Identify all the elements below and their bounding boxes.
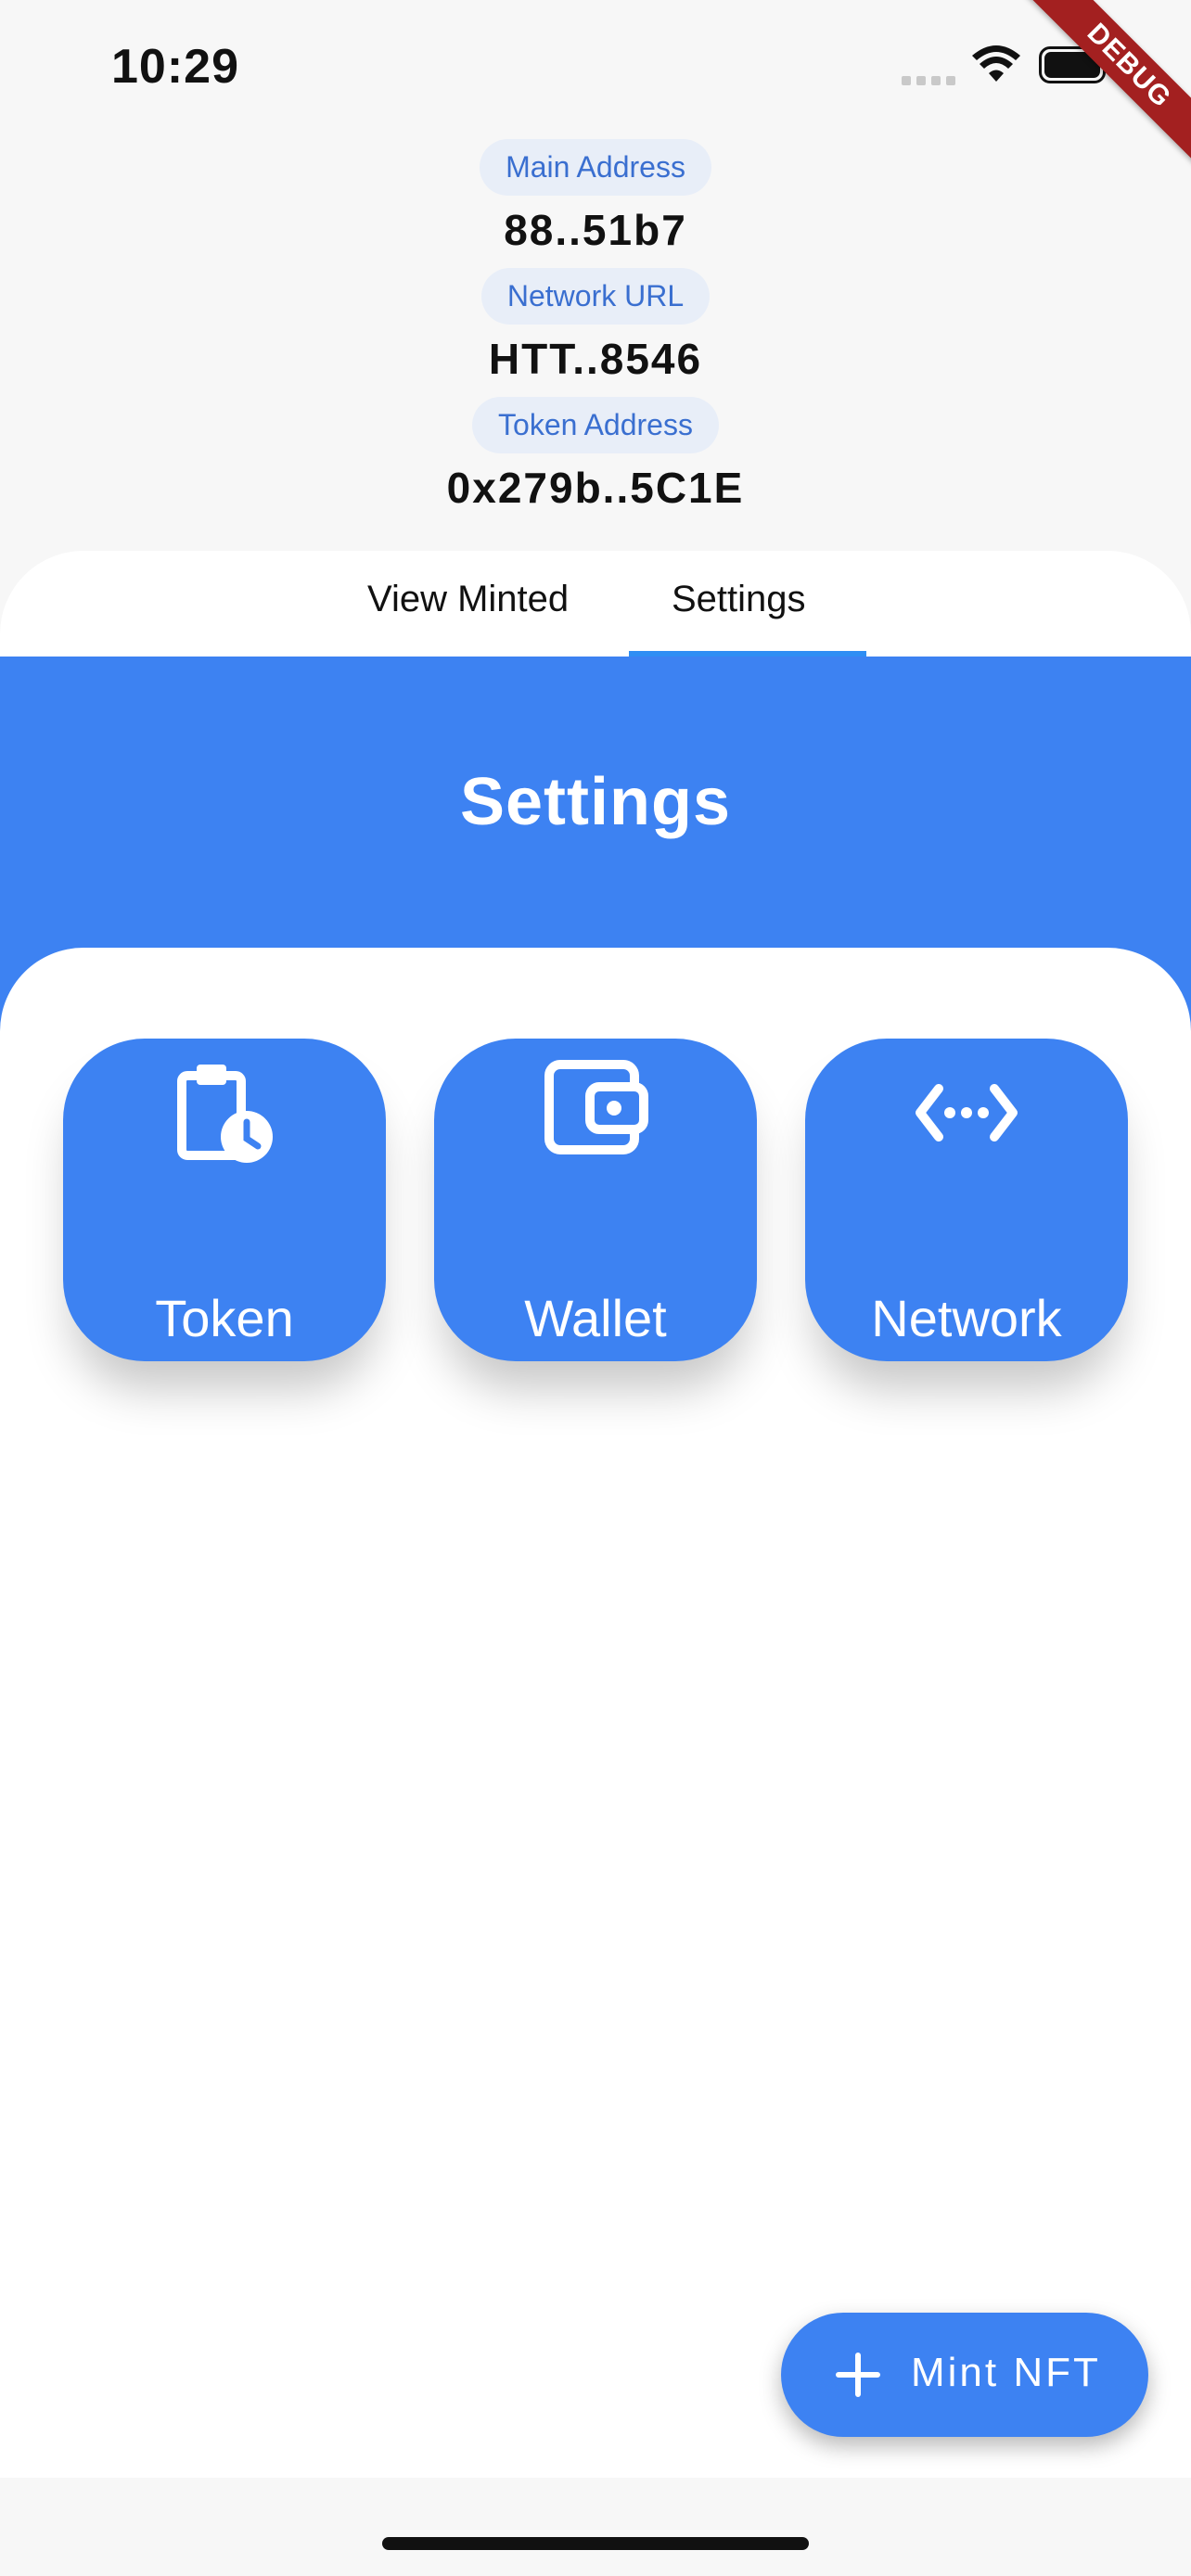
plus-icon <box>836 2353 880 2397</box>
cellular-signal-icon <box>902 76 955 85</box>
status-time: 10:29 <box>111 40 239 94</box>
home-indicator[interactable] <box>382 2537 809 2550</box>
main-address-value: 88..51b7 <box>504 206 687 254</box>
network-url-chip: Network URL <box>480 268 711 325</box>
token-address-value: 0x279b..5C1E <box>446 464 745 512</box>
clipboard-clock-icon <box>177 1065 273 1163</box>
address-info: Main Address 88..51b7 Network URL HTT..8… <box>0 139 1191 526</box>
tab-settings[interactable]: Settings <box>672 579 806 620</box>
mint-nft-label: Mint NFT <box>911 2350 1101 2395</box>
status-bar: 10:29 <box>0 0 1191 139</box>
wallet-settings-button[interactable]: Wallet <box>434 1039 757 1361</box>
tab-bar: View Minted Settings <box>0 551 1191 657</box>
token-settings-button[interactable]: Token <box>63 1039 386 1361</box>
token-address-chip: Token Address <box>472 397 719 453</box>
page-title: Settings <box>459 765 732 839</box>
token-label: Token <box>155 1289 294 1347</box>
settings-content: Token Wallet Network <box>0 948 1191 2478</box>
wallet-icon <box>544 1060 648 1154</box>
network-code-icon <box>916 1084 1018 1141</box>
bottom-safe-area <box>0 2478 1191 2576</box>
wallet-label: Wallet <box>524 1289 667 1347</box>
network-url-value: HTT..8546 <box>488 335 703 383</box>
tab-view-minted[interactable]: View Minted <box>367 579 569 620</box>
mint-nft-button[interactable]: Mint NFT <box>781 2313 1148 2437</box>
network-label: Network <box>871 1289 1062 1347</box>
network-settings-button[interactable]: Network <box>805 1039 1128 1361</box>
wifi-icon <box>972 45 1020 82</box>
main-address-chip: Main Address <box>480 139 711 196</box>
